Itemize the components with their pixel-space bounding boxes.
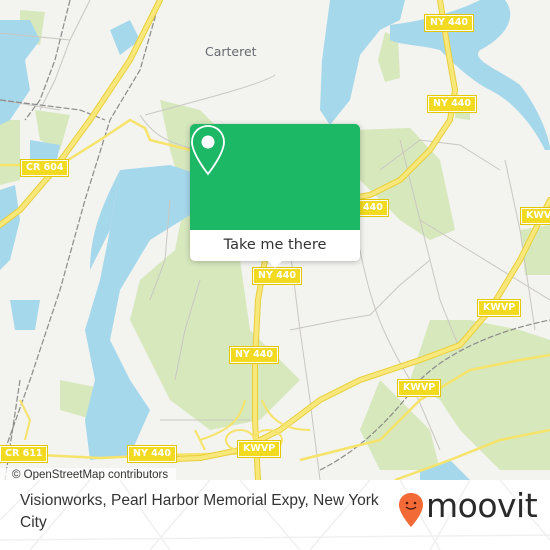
moovit-wordmark: moovit [426, 486, 538, 525]
route-shield-kwvp: KWVP [236, 440, 282, 458]
route-shield-kwvp: KWVP [396, 379, 442, 397]
footer: Visionworks, Pearl Harbor Memorial Expy,… [0, 480, 550, 550]
place-name: Visionworks, Pearl Harbor Memorial Expy,… [20, 492, 379, 531]
route-shield-ny-440: NY 440 [229, 346, 279, 364]
route-shield-ny-440: NY 440 [424, 14, 474, 32]
route-shield-ny-440: NY 440 [127, 445, 177, 463]
location-popup: Take me there [190, 124, 360, 268]
route-shield-cr-604: CR 604 [19, 159, 70, 177]
moovit-logo[interactable]: moovit [398, 486, 538, 528]
map-view[interactable]: Carteret NY 440 NY 440 CR 604 440 NY 440… [0, 0, 550, 480]
route-shield-cr-611: CR 611 [0, 445, 49, 463]
map-pin-icon [191, 125, 225, 176]
route-shield-kwvp: KWVP [519, 207, 550, 225]
route-shield-ny-440: 440 [357, 199, 389, 217]
map-attribution[interactable]: © OpenStreetMap contributors [0, 468, 177, 480]
town-label-carteret: Carteret [205, 44, 257, 59]
popup-pointer [267, 260, 283, 268]
take-me-there-button[interactable]: Take me there [190, 230, 360, 261]
moovit-pin-icon [399, 493, 423, 527]
route-shield-kwvp: KWVP [476, 299, 522, 317]
route-shield-ny-440: NY 440 [427, 95, 477, 113]
popup-header [190, 124, 360, 230]
route-shield-ny-440: NY 440 [252, 267, 302, 285]
